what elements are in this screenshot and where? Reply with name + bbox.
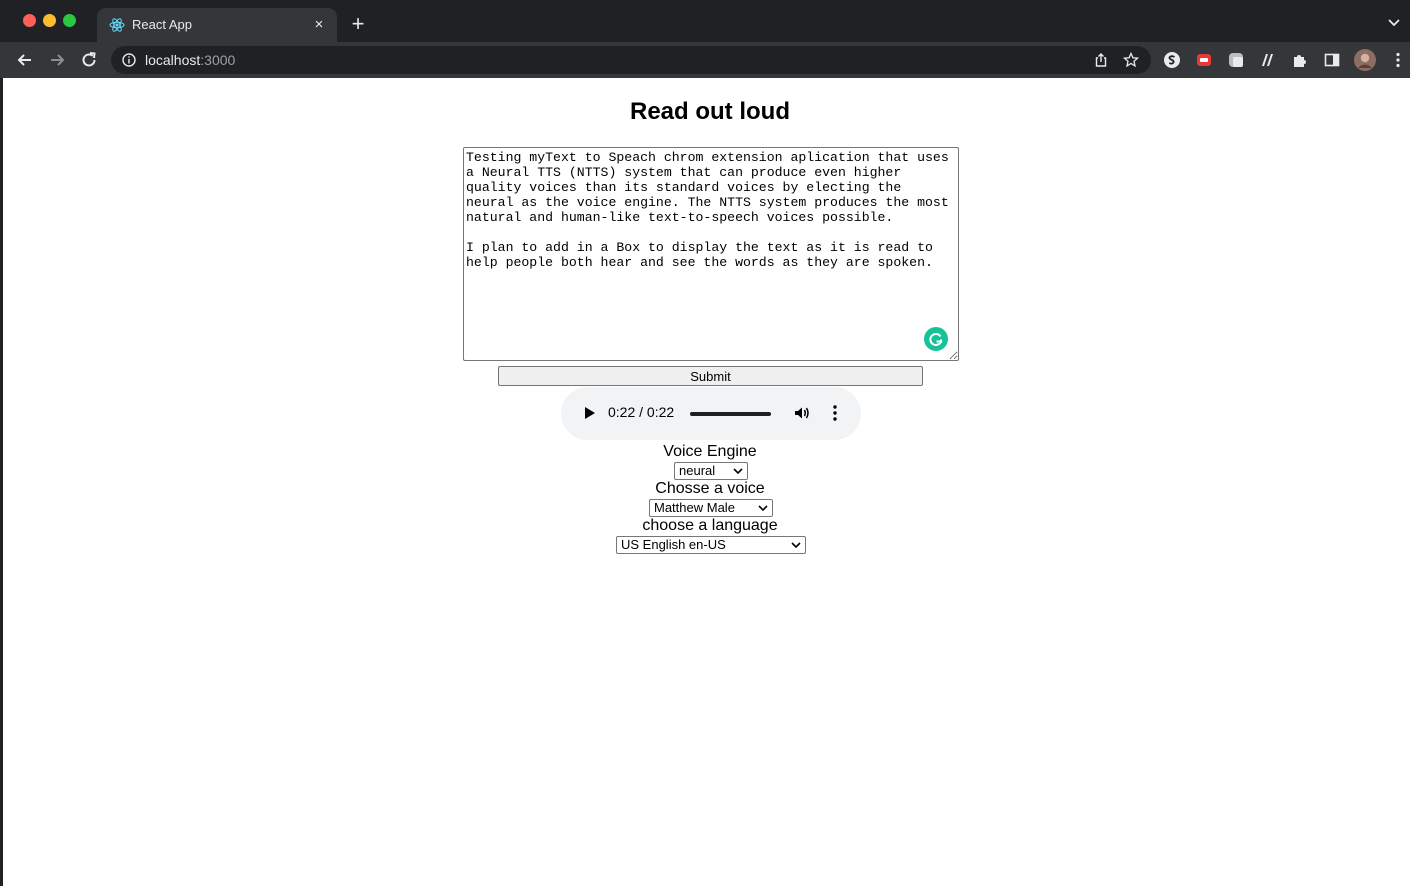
voice-engine-select[interactable]: neural [674, 462, 748, 480]
extension-red-icon[interactable] [1195, 51, 1213, 69]
voice-value: Matthew Male [654, 500, 735, 515]
volume-icon[interactable] [793, 404, 811, 422]
tab-title: React App [132, 17, 192, 32]
more-options-icon[interactable] [827, 404, 843, 422]
close-window-button[interactable] [23, 14, 36, 27]
maximize-window-button[interactable] [63, 14, 76, 27]
voice-engine-label: Voice Engine [663, 443, 757, 460]
tab-close-icon[interactable]: × [310, 16, 328, 34]
grammarly-icon[interactable] [924, 327, 948, 351]
audio-player: 0:22 / 0:22 [561, 387, 861, 440]
language-select[interactable]: US English en-US [616, 536, 806, 554]
play-icon[interactable] [581, 405, 597, 421]
submit-button[interactable]: Submit [498, 366, 923, 386]
extensions-puzzle-icon[interactable] [1291, 51, 1309, 69]
side-panel-icon[interactable] [1323, 51, 1341, 69]
bookmark-star-icon[interactable] [1123, 52, 1139, 68]
voice-label: Chosse a voice [655, 480, 765, 497]
grammarly-g-icon [929, 333, 943, 346]
back-icon[interactable] [15, 50, 35, 70]
audio-seek-fill [690, 412, 771, 416]
language-label: choose a language [642, 517, 778, 534]
browser-tab[interactable]: React App × [97, 8, 337, 42]
voice-engine-value: neural [679, 463, 716, 478]
chevron-down-icon [733, 468, 743, 475]
text-input-area[interactable]: Testing myText to Speach chrom extension… [463, 147, 959, 361]
url-text: localhost:3000 [145, 52, 235, 68]
chevron-down-icon [791, 542, 801, 549]
url-port: :3000 [200, 52, 236, 68]
new-tab-button[interactable]: + [346, 13, 370, 37]
extension-square-icon[interactable] [1227, 51, 1245, 69]
react-icon [109, 18, 125, 32]
page-title: Read out loud [630, 98, 790, 125]
address-bar[interactable]: localhost:3000 [111, 46, 1151, 74]
reload-icon[interactable] [79, 50, 99, 70]
voice-select[interactable]: Matthew Male [649, 499, 773, 517]
extension-s-icon[interactable] [1163, 51, 1181, 69]
minimize-window-button[interactable] [43, 14, 56, 27]
browser-toolbar: localhost:3000 [0, 42, 1410, 78]
forward-icon[interactable] [47, 50, 67, 70]
url-host: localhost [145, 52, 201, 68]
share-icon[interactable] [1093, 52, 1109, 68]
chevron-down-icon [758, 505, 768, 512]
site-info-icon[interactable] [121, 52, 137, 68]
tab-search-icon[interactable] [1386, 14, 1402, 30]
extension-pages-icon[interactable] [1259, 51, 1277, 69]
audio-seek-bar[interactable] [690, 412, 771, 416]
tab-strip: React App × + [0, 0, 1410, 42]
profile-avatar[interactable] [1354, 49, 1376, 71]
browser-menu-icon[interactable] [1389, 51, 1407, 69]
language-value: US English en-US [621, 537, 726, 552]
audio-time: 0:22 / 0:22 [608, 404, 675, 420]
page-viewport: Read out loud Testing myText to Speach c… [3, 78, 1410, 886]
